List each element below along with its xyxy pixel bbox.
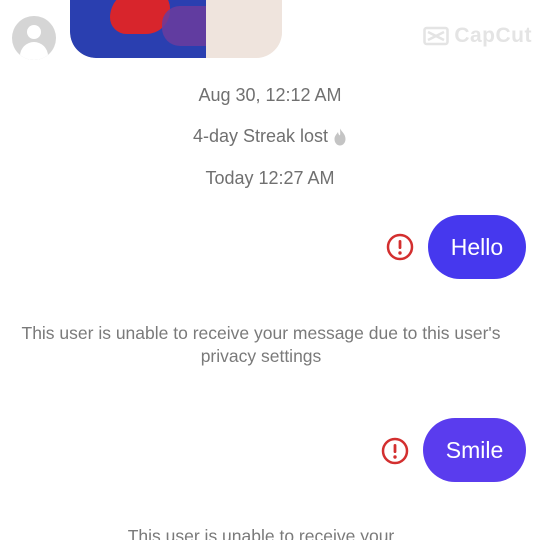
- sent-message-bubble[interactable]: Smile: [423, 418, 526, 482]
- user-avatar[interactable]: [12, 16, 56, 60]
- streak-status: 4-day Streak lost: [0, 126, 540, 147]
- chat-screen: CapCut Aug 30, 12:12 AM 4-day Streak los…: [0, 0, 540, 540]
- capcut-watermark: CapCut: [423, 24, 532, 48]
- delivery-failed-note: This user is unable to receive your mess…: [21, 323, 501, 366]
- avatar-body-shape: [20, 42, 48, 60]
- streak-lost-text: 4-day Streak lost: [192, 126, 329, 146]
- delivery-failed-note: This user is unable to receive your: [127, 526, 395, 540]
- capcut-logo-icon: [423, 26, 450, 46]
- message-text: Smile: [445, 436, 504, 463]
- timestamp-aug-30: Aug 30, 12:12 AM: [198, 85, 342, 105]
- flame-icon: [334, 128, 346, 145]
- error-icon[interactable]: [381, 437, 409, 465]
- error-icon[interactable]: [386, 233, 414, 261]
- sent-message-bubble[interactable]: Hello: [428, 215, 526, 279]
- message-text: Hello: [450, 233, 504, 260]
- timestamp-today: Today 12:27 AM: [205, 168, 335, 188]
- watermark-text: CapCut: [454, 24, 532, 47]
- avatar-head-shape: [27, 25, 41, 39]
- received-media-thumbnail[interactable]: [70, 0, 282, 58]
